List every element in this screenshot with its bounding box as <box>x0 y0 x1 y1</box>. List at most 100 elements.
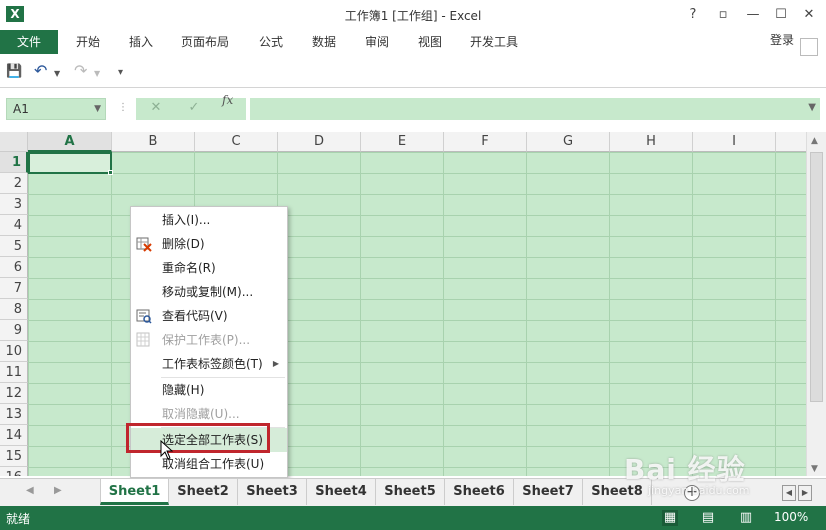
worksheet-grid[interactable]: A B C D E F G H I 1 2 3 4 5 6 7 8 9 10 1… <box>0 132 806 476</box>
undo-dropdown-icon[interactable]: ▼ <box>54 69 60 87</box>
row-header[interactable]: 16 <box>0 467 28 476</box>
column-header[interactable]: A <box>28 132 112 152</box>
delete-sheet-icon <box>136 237 152 252</box>
status-bar: 就绪 ▦ ▤ ▥ 100% <box>0 506 826 530</box>
row-header[interactable]: 5 <box>0 236 28 257</box>
row-header[interactable]: 1 <box>0 152 28 173</box>
menu-item-rename[interactable]: 重命名(R) <box>131 256 287 280</box>
prev-sheet-icon[interactable]: ◀ <box>26 485 34 496</box>
menu-item-hide[interactable]: 隐藏(H) <box>131 378 287 402</box>
chevron-down-icon[interactable]: ▼ <box>94 99 101 119</box>
menu-item-insert[interactable]: 插入(I)... <box>131 208 287 232</box>
close-button[interactable]: ✕ <box>796 5 822 25</box>
ribbon-display-options-button[interactable]: ▫ <box>710 5 736 25</box>
row-header[interactable]: 12 <box>0 383 28 404</box>
menu-item-ungroup-sheets[interactable]: 取消组合工作表(U) <box>131 452 287 476</box>
account-icon[interactable] <box>800 38 818 56</box>
row-header[interactable]: 9 <box>0 320 28 341</box>
scroll-up-icon[interactable]: ▲ <box>811 136 818 146</box>
next-sheet-icon[interactable]: ▶ <box>54 485 62 496</box>
tab-formulas[interactable]: 公式 <box>259 30 283 54</box>
select-all-corner[interactable] <box>0 132 28 152</box>
vertical-scrollbar[interactable]: ▲ ▼ <box>806 132 826 476</box>
maximize-button[interactable]: ☐ <box>768 5 794 25</box>
watermark-text: Bai 经验 <box>624 453 746 486</box>
sheet-tab-sheet5[interactable]: Sheet5 <box>376 479 445 505</box>
sheet-tab-sheet1[interactable]: Sheet1 <box>100 479 169 505</box>
column-header[interactable]: D <box>278 132 361 152</box>
zoom-level[interactable]: 100% <box>774 510 808 524</box>
column-header[interactable] <box>776 132 806 152</box>
column-header[interactable]: I <box>693 132 776 152</box>
menu-item-move-copy[interactable]: 移动或复制(M)... <box>131 280 287 304</box>
column-header[interactable]: E <box>361 132 444 152</box>
expand-formula-icon[interactable]: ▼ <box>808 102 816 113</box>
row-header[interactable]: 4 <box>0 215 28 236</box>
horizontal-scrollbar[interactable]: ◀ ▶ <box>770 485 822 501</box>
scroll-down-icon[interactable]: ▼ <box>811 464 818 474</box>
page-break-view-icon[interactable]: ▥ <box>738 510 754 526</box>
column-header[interactable]: F <box>444 132 527 152</box>
sheet-tab-sheet4[interactable]: Sheet4 <box>307 479 376 505</box>
menu-item-label: 插入(I)... <box>162 213 211 227</box>
sheet-tab-sheet3[interactable]: Sheet3 <box>238 479 307 505</box>
row-header[interactable]: 15 <box>0 446 28 467</box>
redo-icon[interactable]: ↷ <box>74 61 87 80</box>
save-icon[interactable]: 💾 <box>6 64 22 82</box>
tab-data[interactable]: 数据 <box>312 30 336 54</box>
tab-review[interactable]: 审阅 <box>365 30 389 54</box>
tab-home[interactable]: 开始 <box>76 30 100 54</box>
formula-input[interactable]: ▼ <box>250 98 820 120</box>
cancel-icon[interactable]: ✕ <box>146 100 166 115</box>
column-header[interactable]: G <box>527 132 610 152</box>
tab-page-layout[interactable]: 页面布局 <box>181 30 229 54</box>
scroll-right-icon[interactable]: ▶ <box>798 485 812 501</box>
customize-toolbar-icon[interactable]: ▾ <box>118 67 123 85</box>
menu-item-label: 移动或复制(M)... <box>162 285 254 299</box>
row-header[interactable]: 6 <box>0 257 28 278</box>
help-button[interactable]: ? <box>680 5 706 25</box>
menu-item-label: 取消组合工作表(U) <box>162 457 265 471</box>
view-code-icon <box>136 309 152 324</box>
menu-item-label: 重命名(R) <box>162 261 216 275</box>
row-header[interactable]: 3 <box>0 194 28 215</box>
column-header[interactable]: C <box>195 132 278 152</box>
row-header[interactable]: 2 <box>0 173 28 194</box>
redo-dropdown-icon[interactable]: ▼ <box>94 69 100 87</box>
row-header[interactable]: 13 <box>0 404 28 425</box>
page-layout-view-icon[interactable]: ▤ <box>700 510 716 526</box>
menu-item-view-code[interactable]: 查看代码(V) <box>131 304 287 328</box>
name-box-value: A1 <box>13 102 29 116</box>
row-header[interactable]: 11 <box>0 362 28 383</box>
login-link[interactable]: 登录 <box>770 30 794 50</box>
column-header[interactable]: B <box>112 132 195 152</box>
sheet-tab-sheet6[interactable]: Sheet6 <box>445 479 514 505</box>
tab-insert[interactable]: 插入 <box>129 30 153 54</box>
confirm-icon[interactable]: ✓ <box>184 100 204 115</box>
menu-item-tab-color[interactable]: 工作表标签颜色(T) ▶ <box>131 352 287 376</box>
submenu-arrow-icon: ▶ <box>272 359 279 368</box>
undo-icon[interactable]: ↶ <box>34 61 47 80</box>
row-header[interactable]: 10 <box>0 341 28 362</box>
active-cell[interactable] <box>28 152 112 174</box>
scrollbar-thumb[interactable] <box>810 152 823 402</box>
scroll-left-icon[interactable]: ◀ <box>782 485 796 501</box>
insert-function-icon[interactable]: fx <box>222 93 233 107</box>
sheet-tab-sheet7[interactable]: Sheet7 <box>514 479 583 505</box>
menu-item-delete[interactable]: 删除(D) <box>131 232 287 256</box>
tab-developer[interactable]: 开发工具 <box>470 30 518 54</box>
menu-item-label: 隐藏(H) <box>162 383 205 397</box>
row-header[interactable]: 8 <box>0 299 28 320</box>
name-box[interactable]: A1 ▼ <box>6 98 106 120</box>
sheet-tab-sheet2[interactable]: Sheet2 <box>169 479 238 505</box>
normal-view-icon[interactable]: ▦ <box>662 510 678 526</box>
formula-bar-splitter[interactable]: ⋮ <box>118 102 128 113</box>
row-header[interactable]: 14 <box>0 425 28 446</box>
tab-view[interactable]: 视图 <box>418 30 442 54</box>
column-header[interactable]: H <box>610 132 693 152</box>
minimize-button[interactable]: — <box>740 5 766 25</box>
fill-handle[interactable] <box>108 170 113 175</box>
menu-item-label: 查看代码(V) <box>162 309 228 323</box>
tab-file[interactable]: 文件 <box>0 30 58 54</box>
row-header[interactable]: 7 <box>0 278 28 299</box>
